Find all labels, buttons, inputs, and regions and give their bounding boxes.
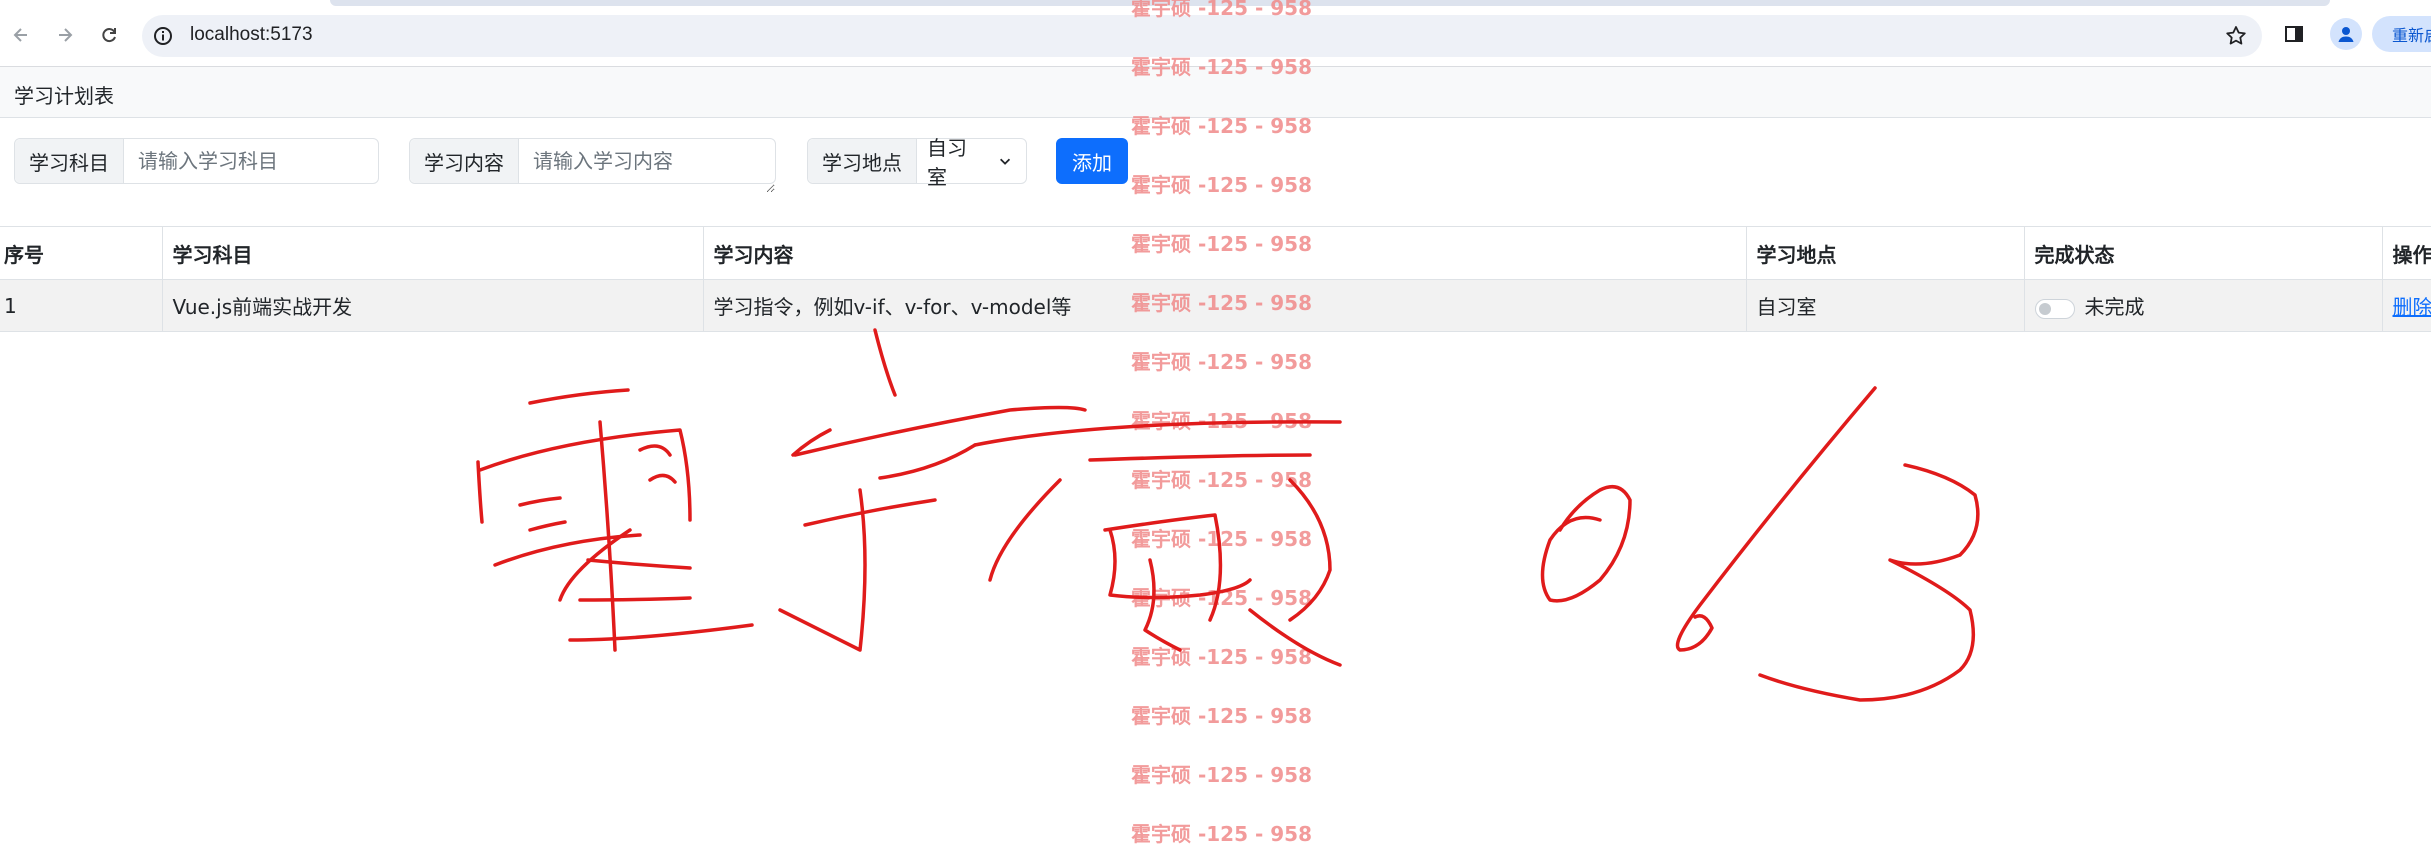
table-row: 1 Vue.js前端实战开发 学习指令，例如v-if、v-for、v-model…: [0, 279, 2431, 332]
profile-avatar-icon[interactable]: [2330, 18, 2362, 50]
watermark-text: 霍宇硕 -125 - 958: [1131, 704, 1312, 728]
chevron-down-icon: [999, 158, 1010, 165]
subject-input[interactable]: [124, 139, 382, 183]
subject-input-group: 学习科目: [14, 138, 382, 184]
add-button[interactable]: 添加: [1056, 138, 1128, 184]
page-title: 学习计划表: [14, 84, 114, 108]
url-text[interactable]: localhost:5173: [190, 24, 313, 46]
forward-button[interactable]: [50, 20, 80, 50]
browser-toolbar: localhost:5173 重新启: [0, 0, 2431, 67]
cell-actions: 删除: [2382, 279, 2431, 332]
watermark-text: 霍宇硕 -125 - 958: [1131, 822, 1312, 846]
location-select[interactable]: 自习室: [917, 136, 1026, 189]
watermark-text: 霍宇硕 -125 - 958: [1131, 173, 1312, 197]
watermark-text: 霍宇硕 -125 - 958: [1131, 350, 1312, 374]
reload-button[interactable]: [94, 20, 124, 50]
cell-content: 学习指令，例如v-if、v-for、v-model等: [703, 279, 1747, 332]
status-toggle[interactable]: [2034, 298, 2075, 319]
location-label: 学习地点: [808, 139, 917, 183]
address-bar[interactable]: localhost:5173: [142, 15, 2262, 57]
subject-label: 学习科目: [15, 139, 124, 183]
header-status: 完成状态: [2024, 226, 2383, 280]
watermark-text: 霍宇硕 -125 - 958: [1131, 527, 1312, 551]
cell-location: 自习室: [1746, 279, 2025, 332]
relaunch-button[interactable]: 重新启: [2372, 16, 2431, 52]
person-icon: [2338, 27, 2354, 42]
header-index: 序号: [0, 226, 163, 280]
header-content: 学习内容: [703, 226, 1747, 280]
site-info-icon[interactable]: [152, 25, 174, 47]
header-actions: 操作: [2382, 226, 2431, 280]
app-header: 学习计划表: [0, 67, 2431, 118]
watermark-text: 霍宇硕 -125 - 958: [1131, 763, 1312, 787]
location-input-group: 学习地点 自习室: [807, 136, 1027, 189]
study-plan-table: 序号 学习科目 学习内容 学习地点 完成状态 操作 1 Vue.js前端实战开发…: [0, 226, 2431, 332]
tab-strip: [330, 0, 2330, 6]
watermark-text: 霍宇硕 -125 - 958: [1131, 645, 1312, 669]
cell-subject: Vue.js前端实战开发: [162, 279, 704, 332]
table-header-row: 序号 学习科目 学习内容 学习地点 完成状态 操作: [0, 226, 2431, 280]
arrow-right-icon: [59, 28, 73, 42]
reload-icon: [102, 28, 116, 43]
status-text: 未完成: [2084, 295, 2145, 319]
watermark-text: 霍宇硕 -125 - 958: [1131, 409, 1312, 433]
header-subject: 学习科目: [162, 226, 704, 280]
content-textarea[interactable]: [519, 139, 775, 193]
cell-index: 1: [0, 279, 163, 332]
arrow-left-icon: [13, 28, 27, 42]
handwritten-signature: [476, 328, 1980, 702]
watermark-text: 霍宇硕 -125 - 958: [1131, 586, 1312, 610]
content-input-group: 学习内容: [409, 138, 776, 193]
location-selected-value: 自习室: [927, 136, 967, 189]
content-label: 学习内容: [410, 139, 519, 183]
header-location: 学习地点: [1746, 226, 2025, 280]
bookmark-star-icon[interactable]: [2224, 24, 2248, 48]
back-button[interactable]: [6, 20, 36, 50]
cell-status: 未完成: [2024, 279, 2383, 332]
watermark-text: 霍宇硕 -125 - 958: [1131, 468, 1312, 492]
side-panel-icon[interactable]: [2284, 24, 2304, 44]
delete-link[interactable]: 删除: [2393, 295, 2431, 319]
